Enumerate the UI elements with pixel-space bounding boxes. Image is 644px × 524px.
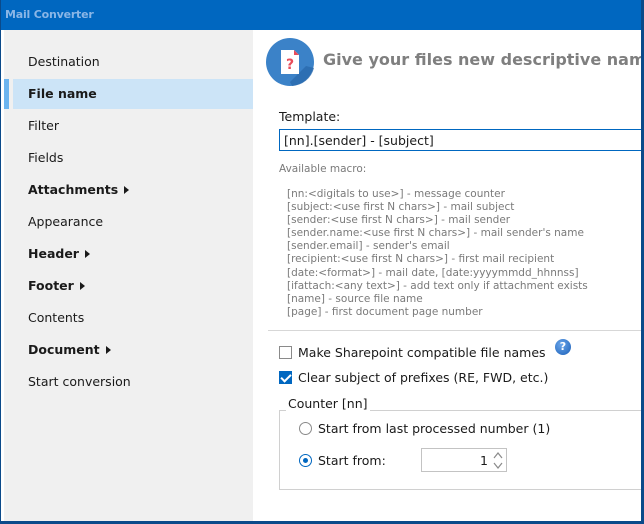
content-panel: ? Give your files new descriptive names … [253, 30, 641, 521]
macro-item: [sender.email] - sender's email [287, 240, 450, 253]
app-window: Mail Converter Destination File name Fil… [0, 0, 644, 524]
sidebar-item-footer[interactable]: Footer [4, 271, 253, 301]
sidebar: Destination File name Filter Fields Atta… [1, 30, 253, 521]
clear-prefixes-label: Clear subject of prefixes (RE, FWD, etc.… [298, 369, 549, 385]
sidebar-item-label: Destination [28, 54, 100, 69]
radio-last-processed-label: Start from last processed number (1) [318, 420, 551, 436]
template-input[interactable] [279, 129, 641, 151]
sidebar-item-header[interactable]: Header [4, 239, 253, 269]
macro-item: [sender.name:<use first N chars>] - mail… [287, 227, 584, 240]
client-area: Destination File name Filter Fields Atta… [1, 30, 641, 521]
submenu-arrow-icon [79, 281, 85, 290]
sidebar-item-label: Start conversion [28, 374, 131, 389]
sharepoint-checkbox-row[interactable]: Make Sharepoint compatible file names [279, 343, 546, 361]
radio-start-from[interactable] [299, 453, 312, 467]
sidebar-item-start-conversion[interactable]: Start conversion [4, 367, 253, 397]
file-question-icon: ? [266, 38, 314, 86]
sharepoint-label: Make Sharepoint compatible file names [298, 344, 546, 360]
radio-start-from-label: Start from: [318, 452, 386, 468]
sidebar-item-appearance[interactable]: Appearance [4, 207, 253, 237]
macro-item: [ifattach:<any text>] - add text only if… [287, 279, 588, 292]
macro-item: [subject:<use first N chars>] - mail sub… [287, 201, 515, 214]
title-bar[interactable]: Mail Converter [0, 0, 640, 30]
submenu-arrow-icon [124, 185, 130, 194]
macro-item: [date:<format>] - mail date, [date:yyyym… [287, 266, 579, 279]
sidebar-item-file-name[interactable]: File name [4, 79, 253, 109]
counter-legend: Counter [nn] [286, 396, 370, 411]
chevron-down-icon[interactable] [493, 461, 503, 470]
window-border-left [0, 0, 1, 524]
sidebar-item-destination[interactable]: Destination [4, 47, 253, 77]
sidebar-item-label: Attachments [28, 182, 119, 197]
sidebar-item-fields[interactable]: Fields [4, 143, 253, 173]
template-label: Template: [279, 109, 341, 124]
start-from-value[interactable]: 1 [480, 453, 488, 468]
sidebar-item-attachments[interactable]: Attachments [4, 175, 253, 205]
macro-item: [sender:<use first N chars>] - mail send… [287, 214, 511, 227]
help-icon[interactable]: ? [555, 339, 571, 355]
radio-last-processed-row[interactable]: Start from last processed number (1) [299, 419, 550, 437]
sidebar-item-contents[interactable]: Contents [4, 303, 253, 333]
radio-last-processed[interactable] [299, 421, 312, 435]
sidebar-item-label: Fields [28, 150, 64, 165]
clear-prefixes-checkbox-row[interactable]: Clear subject of prefixes (RE, FWD, etc.… [279, 368, 548, 386]
sidebar-item-label: Contents [28, 310, 85, 325]
sidebar-item-label: Document [28, 342, 100, 357]
sidebar-item-label: Footer [28, 278, 74, 293]
start-from-stepper[interactable]: 1 [421, 448, 507, 472]
active-indicator [4, 79, 9, 109]
macro-label: Available macro: [279, 163, 367, 175]
submenu-arrow-icon [84, 249, 90, 258]
macro-item: [nn:<digitals to use>] - message counter [287, 188, 505, 200]
macro-list: [nn:<digitals to use>] - message counter… [287, 188, 588, 319]
macro-item: [recipient:<use first N chars>] - first … [287, 253, 555, 266]
macro-item: [name] - source file name [287, 292, 423, 305]
sidebar-item-label: Filter [28, 118, 59, 133]
sharepoint-checkbox[interactable] [279, 345, 292, 359]
sidebar-item-document[interactable]: Document [4, 335, 253, 365]
clear-prefixes-checkbox[interactable] [279, 370, 292, 384]
chevron-up-icon[interactable] [493, 451, 503, 460]
submenu-arrow-icon [105, 345, 111, 354]
radio-start-from-row[interactable]: Start from: [299, 451, 386, 469]
sidebar-item-label: Header [28, 246, 79, 261]
window-title: Mail Converter [5, 8, 94, 21]
divider [268, 330, 641, 331]
page-header-text: Give your files new descriptive names us [323, 50, 641, 69]
macro-item: [page] - first document page number [287, 305, 483, 318]
sidebar-item-filter[interactable]: Filter [4, 111, 253, 141]
sidebar-item-label: File name [28, 86, 97, 101]
svg-text:?: ? [286, 57, 294, 73]
sidebar-item-label: Appearance [28, 214, 104, 229]
